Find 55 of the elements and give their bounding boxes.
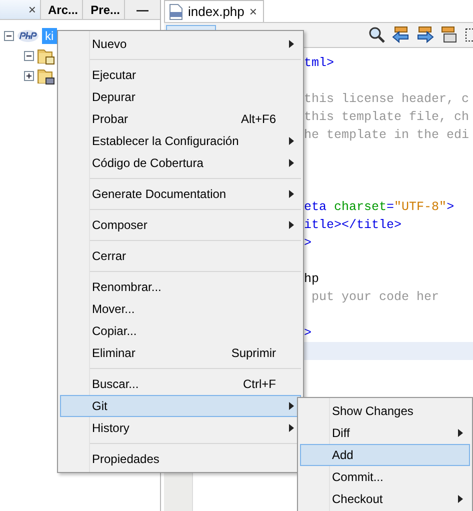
menu-item[interactable]: Git (60, 395, 301, 417)
minimize-button[interactable]: — (125, 0, 160, 19)
submenu-arrow-icon (289, 190, 294, 198)
menu-item[interactable]: Renombrar... (60, 276, 301, 298)
code-line: itle></title> (304, 218, 402, 232)
menu-item[interactable]: Código de Cobertura (60, 152, 301, 174)
menu-item[interactable]: Buscar... Ctrl+F (60, 373, 301, 395)
menu-item[interactable]: Copiar... (60, 320, 301, 342)
expand-toggle[interactable] (24, 71, 34, 81)
submenu-arrow-icon (458, 495, 463, 503)
menu-item[interactable]: History (60, 417, 301, 439)
menu-item[interactable]: Depurar (60, 86, 301, 108)
code-line: > (304, 326, 312, 340)
menu-item[interactable]: Checkout (300, 488, 470, 510)
search-icon[interactable] (368, 26, 386, 44)
menu-item[interactable]: Cerrar (60, 245, 301, 267)
code-line: > (304, 236, 312, 250)
right-arrow-icon[interactable] (416, 26, 434, 44)
menu-item[interactable]: Ejecutar (60, 64, 301, 86)
menu-item[interactable]: Propiedades (60, 448, 301, 470)
code-line: put your code her (310, 290, 440, 304)
menu-item[interactable]: Show Changes (300, 400, 470, 422)
submenu-arrow-icon (289, 424, 294, 432)
menu-item[interactable]: Composer (60, 214, 301, 236)
menu-item[interactable]: Add (300, 444, 470, 466)
submenu-arrow-icon (289, 221, 294, 229)
submenu-arrow-icon (289, 159, 294, 167)
menu-item[interactable]: Generate Documentation (60, 183, 301, 205)
folder-printer-icon (37, 67, 55, 85)
menu-item[interactable]: Mover... (60, 298, 301, 320)
menu-item[interactable]: Nuevo (60, 33, 301, 55)
code-line: hp (304, 272, 320, 286)
submenu-arrow-icon (289, 137, 294, 145)
code-line: this template file, ch (304, 110, 470, 124)
code-line: tml> (304, 56, 334, 70)
menu-item[interactable]: Commit... (300, 466, 470, 488)
left-arrow-icon[interactable] (392, 26, 410, 44)
submenu-arrow-icon (289, 40, 294, 48)
php-icon (17, 29, 39, 43)
code-line: this license header, c (304, 92, 470, 106)
menu-item[interactable]: Probar Alt+F6 (60, 108, 301, 130)
collapse-toggle[interactable] (4, 31, 14, 41)
code-line: eta charset="UTF-8"> (304, 200, 454, 214)
editor-tab[interactable]: index.php × (164, 0, 264, 22)
menu-item[interactable]: Diff (300, 422, 470, 444)
submenu-arrow-icon (289, 402, 294, 410)
menu-item[interactable]: Establecer la Configuración (60, 130, 301, 152)
php-file-icon (169, 4, 183, 20)
panel-tab[interactable]: × (0, 0, 41, 19)
collapse-toggle[interactable] (24, 51, 34, 61)
stack-icon[interactable] (440, 26, 458, 44)
code-line: he template in the edi (304, 128, 470, 142)
folder-table-icon (37, 47, 55, 65)
submenu-arrow-icon (458, 429, 463, 437)
menu-item[interactable]: Eliminar Suprimir (60, 342, 301, 364)
